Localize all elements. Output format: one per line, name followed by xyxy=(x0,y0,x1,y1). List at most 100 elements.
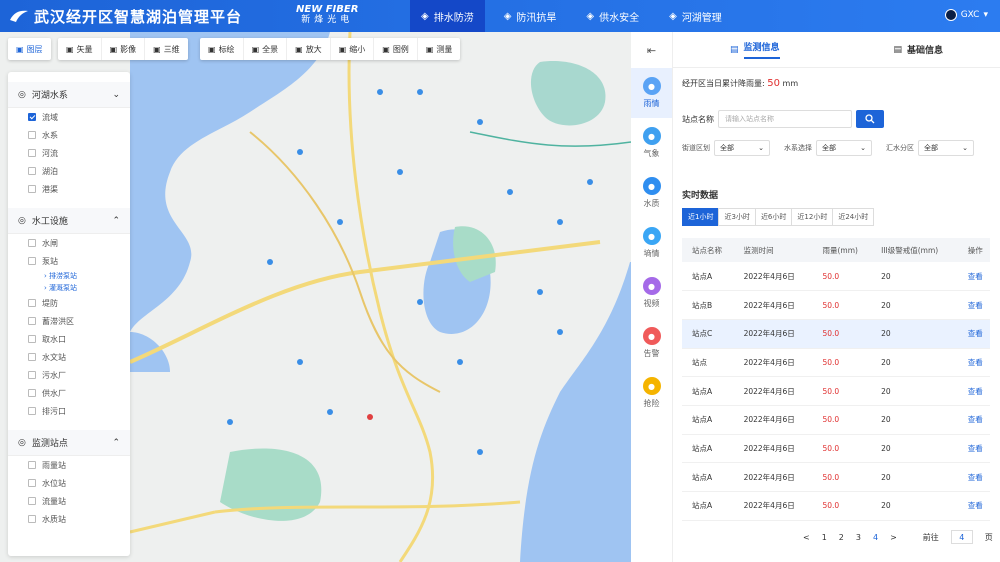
layer-checkbox[interactable] xyxy=(28,407,36,415)
layer-checkbox[interactable] xyxy=(28,389,36,397)
layer-item[interactable]: 湖泊 xyxy=(8,162,130,180)
layer-checkbox[interactable] xyxy=(28,185,36,193)
view-link[interactable]: 查看 xyxy=(957,262,990,292)
toolbar-button-vector[interactable]: ▣ 矢量 xyxy=(58,38,102,60)
layer-group-header[interactable]: ◎ 河湖水系 ⌄ xyxy=(8,82,130,108)
layer-item[interactable]: 供水厂 xyxy=(8,384,130,402)
next-page-button[interactable]: > xyxy=(890,533,897,542)
layer-subitem[interactable]: › 灌溉泵站 xyxy=(8,282,130,294)
toolbar-label: 图例 xyxy=(392,44,409,54)
layer-label: 排污口 xyxy=(42,406,66,416)
layer-item[interactable]: 流量站 xyxy=(8,492,130,510)
layer-checkbox[interactable] xyxy=(28,479,36,487)
view-link[interactable]: 查看 xyxy=(957,319,990,349)
rail-item-4[interactable]: ● 视频 xyxy=(631,268,672,318)
toolbar-button-legend[interactable]: ▣ 图例 xyxy=(374,38,418,60)
layer-item[interactable]: 取水口 xyxy=(8,330,130,348)
layer-subitem[interactable]: › 排涝泵站 xyxy=(8,270,130,282)
range-tab[interactable]: 近1小时 xyxy=(682,208,720,226)
layer-item[interactable]: 水系 xyxy=(8,126,130,144)
layer-item[interactable]: 水闸 xyxy=(8,234,130,252)
layer-item[interactable]: 泵站 xyxy=(8,252,130,270)
search-button[interactable] xyxy=(856,110,884,128)
layer-checkbox[interactable] xyxy=(28,515,36,523)
toolbar-button-zoom-out[interactable]: ▣ 缩小 xyxy=(331,38,375,60)
range-tab[interactable]: 近24小时 xyxy=(832,208,875,226)
rail-item-2[interactable]: ● 水质 xyxy=(631,168,672,218)
page-number[interactable]: 2 xyxy=(839,533,844,542)
prev-page-button[interactable]: < xyxy=(803,533,810,542)
layer-item[interactable]: 污水厂 xyxy=(8,366,130,384)
rail-item-3[interactable]: ● 墒情 xyxy=(631,218,672,268)
view-link[interactable]: 查看 xyxy=(957,290,990,320)
brand-en: NEW FIBER xyxy=(296,4,359,15)
layer-checkbox[interactable] xyxy=(28,113,36,121)
layer-checkbox[interactable] xyxy=(28,497,36,505)
layer-checkbox[interactable] xyxy=(28,299,36,307)
tab-0[interactable]: ▤ 监测信息 xyxy=(673,32,837,67)
range-tab[interactable]: 近12小时 xyxy=(791,208,834,226)
page-number[interactable]: 1 xyxy=(822,533,827,542)
toolbar-button-ruler[interactable]: ▣ 测量 xyxy=(418,38,461,60)
range-tab[interactable]: 近3小时 xyxy=(718,208,756,226)
layer-checkbox[interactable] xyxy=(28,239,36,247)
layer-checkbox[interactable] xyxy=(28,461,36,469)
layer-checkbox[interactable] xyxy=(28,371,36,379)
nav-item-0[interactable]: ◈ 排水防涝 xyxy=(410,0,485,32)
toolbar-button-panorama[interactable]: ▣ 全景 xyxy=(244,38,288,60)
layer-checkbox[interactable] xyxy=(28,131,36,139)
layer-item[interactable]: 水质站 xyxy=(8,510,130,528)
layer-item[interactable]: 河流 xyxy=(8,144,130,162)
layer-checkbox[interactable] xyxy=(28,257,36,265)
rail-item-0[interactable]: ● 雨情 xyxy=(631,68,672,118)
layer-item[interactable]: 排污口 xyxy=(8,402,130,420)
nav-item-1[interactable]: ◈ 防汛抗旱 xyxy=(493,0,568,32)
river-icon: ◈ xyxy=(669,10,677,22)
layer-checkbox[interactable] xyxy=(28,335,36,343)
layer-item[interactable]: 蓄滞洪区 xyxy=(8,312,130,330)
alarm-icon: ● xyxy=(642,327,661,345)
collapse-button[interactable]: ⇤ xyxy=(631,32,672,68)
tab-1[interactable]: ▤ 基础信息 xyxy=(837,32,1000,67)
layer-item[interactable]: 港渠 xyxy=(8,180,130,198)
layer-item[interactable]: 堤防 xyxy=(8,294,130,312)
layer-label: 污水厂 xyxy=(42,370,66,380)
toolbar-button-cube[interactable]: ▣ 三维 xyxy=(145,38,188,60)
filter-select[interactable]: 全部 ⌄ xyxy=(918,140,974,156)
search-icon xyxy=(865,114,875,124)
nav-item-3[interactable]: ◈ 河湖管理 xyxy=(658,0,733,32)
layer-item[interactable]: 水文站 xyxy=(8,348,130,366)
rail-item-1[interactable]: ● 气象 xyxy=(631,118,672,168)
layer-item[interactable]: 水位站 xyxy=(8,474,130,492)
layer-checkbox[interactable] xyxy=(28,353,36,361)
toolbar-button-layers[interactable]: ▣ 图层 xyxy=(8,38,51,60)
view-link[interactable]: 查看 xyxy=(957,491,990,521)
user-menu[interactable]: GXC ▾ xyxy=(944,9,988,21)
layer-checkbox[interactable] xyxy=(28,149,36,157)
layer-label: 水文站 xyxy=(42,352,66,362)
nav-item-2[interactable]: ◈ 供水安全 xyxy=(575,0,650,32)
view-link[interactable]: 查看 xyxy=(957,434,990,464)
search-input[interactable]: 请输入站点名称 xyxy=(718,110,852,128)
view-link[interactable]: 查看 xyxy=(957,348,990,378)
view-link[interactable]: 查看 xyxy=(957,462,990,492)
goto-input[interactable]: 4 xyxy=(950,530,973,544)
toolbar-button-pen[interactable]: ▣ 标绘 xyxy=(200,38,244,60)
range-tab[interactable]: 近6小时 xyxy=(754,208,793,226)
view-link[interactable]: 查看 xyxy=(957,405,990,435)
layer-item[interactable]: 雨量站 xyxy=(8,456,130,474)
view-link[interactable]: 查看 xyxy=(957,376,990,406)
layer-group-header[interactable]: ◎ 监测站点 ⌃ xyxy=(8,430,130,456)
layer-group-header[interactable]: ◎ 水工设施 ⌃ xyxy=(8,208,130,234)
rail-item-5[interactable]: ● 告警 xyxy=(631,318,672,368)
toolbar-button-zoom-in[interactable]: ▣ 放大 xyxy=(287,38,331,60)
layer-item[interactable]: 流域 xyxy=(8,108,130,126)
toolbar-button-globe[interactable]: ▣ 影像 xyxy=(102,38,146,60)
page-number[interactable]: 4 xyxy=(873,533,878,542)
layer-checkbox[interactable] xyxy=(28,167,36,175)
filter-select[interactable]: 全部 ⌄ xyxy=(816,140,872,156)
rail-item-6[interactable]: ● 抢险 xyxy=(631,368,672,418)
page-number[interactable]: 3 xyxy=(856,533,861,542)
layer-checkbox[interactable] xyxy=(28,317,36,325)
filter-select[interactable]: 全部 ⌄ xyxy=(714,140,770,156)
